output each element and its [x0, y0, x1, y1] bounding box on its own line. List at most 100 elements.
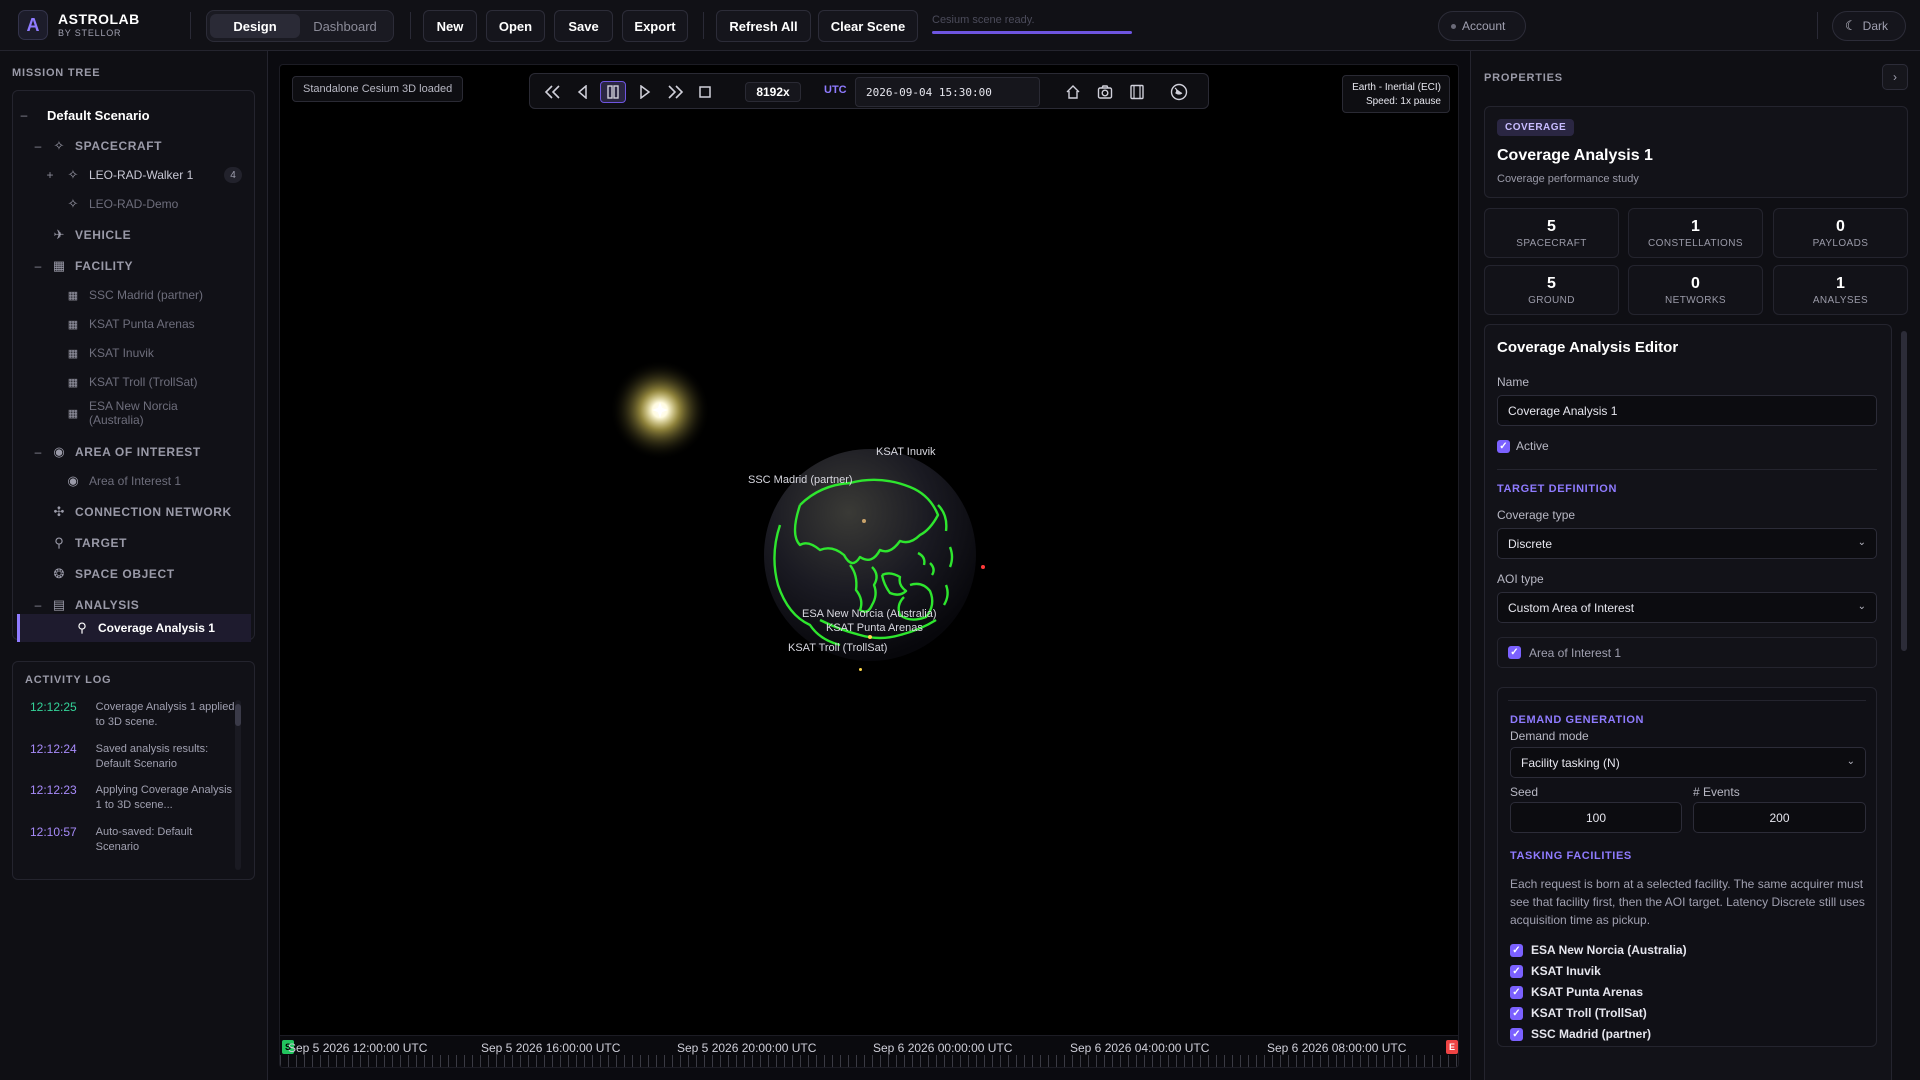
tree-category-spacecraft[interactable]: – ✧ SPACECRAFT [13, 132, 256, 160]
tree-category-vehicle[interactable]: ✈ VEHICLE [13, 221, 256, 249]
name-input[interactable]: Coverage Analysis 1 [1497, 395, 1877, 426]
facility-label-troll[interactable]: KSAT Troll (TrollSat) [788, 642, 887, 654]
expand-icon[interactable]: + [45, 168, 55, 182]
timeline-end-marker[interactable]: E [1446, 1040, 1458, 1054]
facility-checkbox[interactable]: ✓ [1510, 1006, 1523, 1020]
tree-item-facility[interactable]: ▦ KSAT Punta Arenas [13, 310, 256, 338]
collapse-icon[interactable]: – [33, 598, 43, 612]
demand-generation-section: DEMAND GENERATION Demand mode Facility t… [1497, 687, 1877, 1047]
facility-checkbox-row[interactable]: ✓ SSC Madrid (partner) [1510, 1027, 1651, 1041]
events-input[interactable]: 200 [1693, 802, 1866, 833]
tree-item-leo-rad-demo[interactable]: ✧ LEO-RAD-Demo [13, 190, 256, 218]
target-definition-title: TARGET DEFINITION [1497, 483, 1617, 495]
stat-value: 0 [1836, 217, 1845, 235]
stat-value: 1 [1836, 274, 1845, 292]
aoi-type-select[interactable]: Custom Area of Interest ⌄ [1497, 592, 1877, 623]
fast-forward-button[interactable] [662, 81, 688, 103]
active-checkbox[interactable]: ✓ [1497, 439, 1510, 453]
activity-log-title: ACTIVITY LOG [25, 674, 112, 686]
play-button[interactable] [632, 81, 658, 103]
tree-item-facility[interactable]: ▦ KSAT Troll (TrollSat) [13, 368, 256, 396]
app-logo[interactable]: A ASTROLAB BY STELLOR [18, 10, 140, 40]
tree-category-target[interactable]: ⚲ TARGET [13, 529, 256, 557]
facility-checkbox-row[interactable]: ✓ KSAT Punta Arenas [1510, 985, 1643, 999]
tree-category-aoi[interactable]: – ◉ AREA OF INTEREST [13, 438, 256, 466]
mode-design-button[interactable]: Design [210, 14, 300, 38]
tree-item-coverage-analysis[interactable]: ⚲ Coverage Analysis 1 [17, 614, 251, 642]
demand-mode-select[interactable]: Facility tasking (N) ⌄ [1510, 747, 1866, 778]
facility-label-inuvik[interactable]: KSAT Inuvik [876, 446, 936, 458]
globe-view-button[interactable] [1166, 81, 1192, 103]
clear-scene-button[interactable]: Clear Scene [818, 10, 918, 42]
building-icon: ▦ [67, 318, 79, 331]
timeline[interactable]: S Sep 5 2026 12:00:00 UTC Sep 5 2026 16:… [280, 1035, 1458, 1067]
facility-checkbox[interactable]: ✓ [1510, 943, 1523, 957]
refresh-all-button[interactable]: Refresh All [716, 10, 811, 42]
scene-status: Cesium scene ready. [932, 14, 1132, 34]
time-input[interactable]: 2026-09-04 15:30:00 [855, 77, 1040, 107]
mode-dashboard-button[interactable]: Dashboard [300, 14, 390, 38]
log-scrollbar[interactable] [235, 700, 241, 870]
tree-category-label: SPACE OBJECT [75, 567, 175, 581]
facility-checkbox-row[interactable]: ✓ KSAT Inuvik [1510, 964, 1601, 978]
seed-input[interactable]: 100 [1510, 802, 1682, 833]
facility-checkbox[interactable]: ✓ [1510, 964, 1523, 978]
tree-category-facility[interactable]: – ▦ FACILITY [13, 252, 256, 280]
aoi-checkbox[interactable]: ✓ [1508, 646, 1521, 659]
moon-icon: ☾ [1845, 18, 1857, 33]
aoi-checkbox-row[interactable]: ✓ Area of Interest 1 [1497, 637, 1877, 668]
record-button[interactable] [1124, 81, 1150, 103]
facility-checkbox-row[interactable]: ✓ KSAT Troll (TrollSat) [1510, 1006, 1647, 1020]
stop-button[interactable] [692, 81, 718, 103]
collapse-icon[interactable]: – [19, 108, 29, 122]
facility-label-punta-arenas[interactable]: KSAT Punta Arenas [826, 622, 923, 634]
fast-forward-icon [668, 85, 684, 99]
tree-item-aoi[interactable]: ◉ Area of Interest 1 [13, 467, 256, 495]
collapse-icon[interactable]: – [33, 139, 43, 153]
tree-category-connection[interactable]: ✣ CONNECTION NETWORK [13, 498, 256, 526]
rewind-button[interactable] [540, 81, 566, 103]
tree-item-root[interactable]: – Default Scenario [13, 101, 256, 129]
export-button[interactable]: Export [622, 10, 688, 42]
facility-checkbox[interactable]: ✓ [1510, 985, 1523, 999]
theme-toggle[interactable]: ☾ Dark [1832, 11, 1906, 41]
scene-status-text: Cesium scene ready. [932, 14, 1035, 26]
pause-icon [607, 85, 619, 99]
save-button[interactable]: Save [554, 10, 613, 42]
satellite-icon: ✧ [53, 138, 65, 153]
tree-item-leo-rad-walker[interactable]: + ✧ LEO-RAD-Walker 1 4 [13, 161, 256, 189]
scene-status-progress [932, 31, 1132, 34]
facility-label-madrid[interactable]: SSC Madrid (partner) [748, 474, 853, 486]
collapse-icon[interactable]: – [33, 259, 43, 273]
tree-item-facility[interactable]: ▦ ESA New Norcia (Australia) [13, 395, 256, 431]
account-button[interactable]: Account [1438, 11, 1526, 41]
step-back-button[interactable] [570, 81, 596, 103]
reference-frame-info: Earth - Inertial (ECI) Speed: 1x pause [1342, 75, 1450, 113]
tree-item-facility[interactable]: ▦ SSC Madrid (partner) [13, 281, 256, 309]
properties-scrollbar[interactable] [1901, 331, 1907, 651]
tree-item-facility[interactable]: ▦ KSAT Inuvik [13, 339, 256, 367]
facility-label-new-norcia[interactable]: ESA New Norcia (Australia) [802, 608, 937, 620]
collapse-panel-button[interactable]: › [1882, 64, 1908, 90]
playback-controls: 8192x UTC 2026-09-04 15:30:00 [529, 73, 1209, 109]
chevron-right-icon: › [1893, 70, 1897, 84]
facility-checkbox[interactable]: ✓ [1510, 1027, 1523, 1041]
facility-checkbox-row[interactable]: ✓ ESA New Norcia (Australia) [1510, 943, 1687, 957]
speed-multiplier[interactable]: 8192x [745, 82, 801, 102]
building-icon: ▦ [52, 258, 66, 273]
screenshot-button[interactable] [1092, 81, 1118, 103]
log-scrollbar-thumb[interactable] [235, 704, 241, 726]
open-button[interactable]: Open [486, 10, 545, 42]
satellite-marker[interactable] [859, 668, 862, 671]
activity-log: ACTIVITY LOG 12:12:25 Coverage Analysis … [12, 661, 255, 880]
coverage-type-select[interactable]: Discrete ⌄ [1497, 528, 1877, 559]
new-button[interactable]: New [423, 10, 477, 42]
collapse-icon[interactable]: – [33, 445, 43, 459]
pause-button[interactable] [600, 81, 626, 103]
active-checkbox-row[interactable]: ✓ Active [1497, 439, 1549, 453]
satellite-marker[interactable] [981, 565, 985, 569]
home-button[interactable] [1060, 81, 1086, 103]
cesium-viewport[interactable]: Standalone Cesium 3D loaded 8192x UTC 20… [279, 64, 1459, 1068]
tree-category-space-object[interactable]: ❂ SPACE OBJECT [13, 560, 256, 588]
home-icon [1066, 85, 1080, 99]
